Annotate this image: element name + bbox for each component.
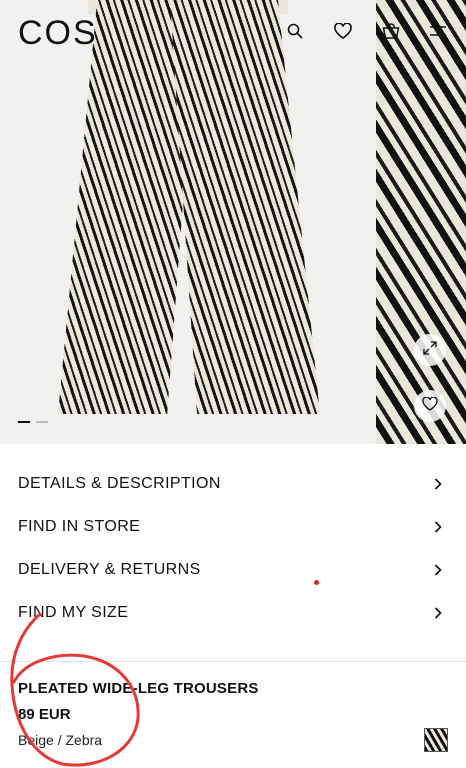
- product-color: Beige / Zebra: [18, 732, 103, 748]
- menu-item-label: DETAILS & DESCRIPTION: [18, 474, 221, 492]
- chevron-right-icon: [432, 563, 444, 576]
- product-image-gallery[interactable]: [0, 0, 466, 444]
- pagination-dot[interactable]: [36, 421, 48, 423]
- section-divider: [0, 661, 466, 662]
- product-summary: PLEATED WIDE-LEG TROUSERS 89 EUR Beige /…: [18, 680, 418, 748]
- menu-button[interactable]: [427, 22, 449, 44]
- image-favourite-button[interactable]: [414, 390, 446, 422]
- touch-indicator-dot: [314, 580, 319, 585]
- pagination-dot-active[interactable]: [18, 421, 30, 423]
- menu-icon: [429, 24, 447, 43]
- product-price: 89 EUR: [18, 706, 71, 723]
- search-button[interactable]: [284, 22, 306, 44]
- gallery-pagination: [18, 421, 48, 423]
- chevron-right-icon: [432, 520, 444, 533]
- color-swatch-zebra[interactable]: [424, 728, 448, 752]
- menu-item-label: DELIVERY & RETURNS: [18, 560, 201, 578]
- menu-item-details[interactable]: DETAILS & DESCRIPTION: [0, 462, 466, 505]
- chevron-right-icon: [432, 477, 444, 490]
- menu-item-label: FIND IN STORE: [18, 517, 141, 535]
- site-header: COS: [0, 0, 466, 64]
- chevron-right-icon: [432, 606, 444, 619]
- expand-icon: [423, 340, 437, 360]
- heart-icon: [422, 396, 438, 416]
- search-icon: [287, 23, 303, 44]
- menu-item-find-my-size[interactable]: FIND MY SIZE: [0, 591, 466, 634]
- bag-button[interactable]: [380, 22, 402, 44]
- product-image-main[interactable]: [0, 0, 372, 444]
- product-info-menu: DETAILS & DESCRIPTION FIND IN STORE DELI…: [0, 462, 466, 634]
- bag-icon: [382, 22, 400, 44]
- expand-image-button[interactable]: [414, 334, 446, 366]
- heart-icon: [334, 21, 352, 44]
- menu-item-find-in-store[interactable]: FIND IN STORE: [0, 505, 466, 548]
- menu-item-delivery-returns[interactable]: DELIVERY & RETURNS: [0, 548, 466, 591]
- product-image-next[interactable]: [376, 0, 466, 444]
- menu-item-label: FIND MY SIZE: [18, 603, 129, 621]
- product-title: PLEATED WIDE-LEG TROUSERS: [18, 680, 259, 697]
- brand-logo[interactable]: COS: [18, 14, 98, 53]
- wishlist-button[interactable]: [332, 21, 354, 44]
